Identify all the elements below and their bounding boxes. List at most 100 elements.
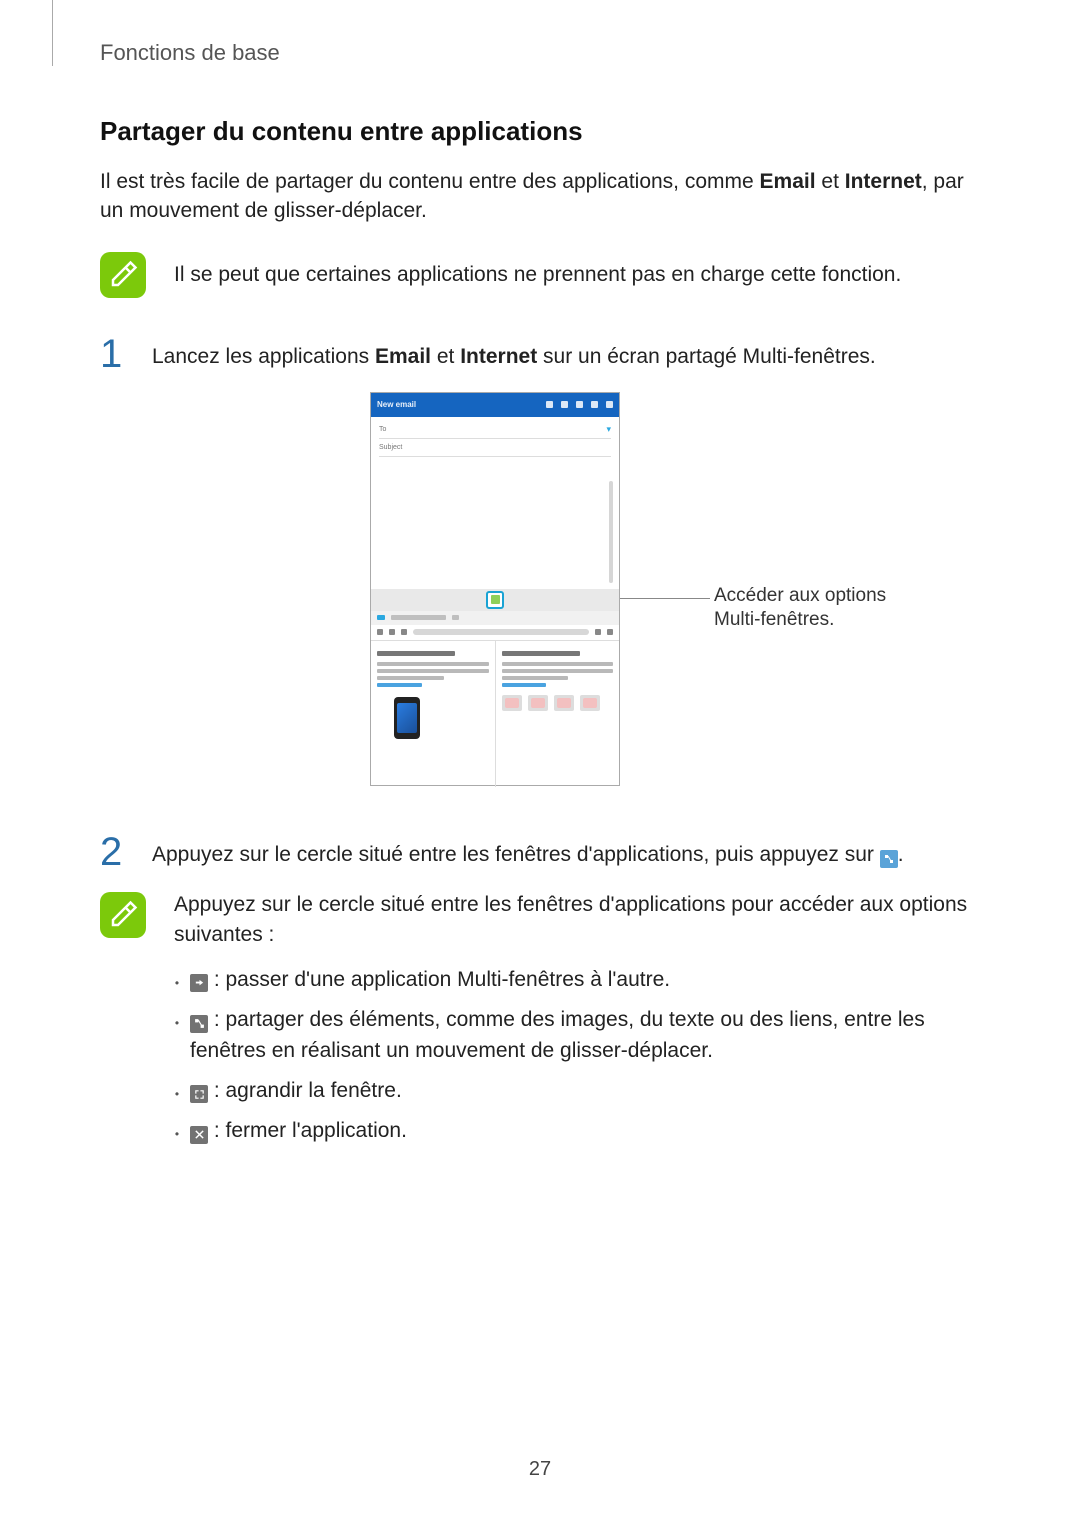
bullet-dot: • (174, 1015, 180, 1032)
option-close-text: : fermer l'application. (208, 1119, 407, 1142)
figure: New email To ▾ Subject (100, 392, 980, 792)
article-line (377, 676, 444, 680)
multiwindow-divider (371, 589, 619, 611)
intro-bold-email: Email (760, 170, 816, 193)
article-link (377, 683, 422, 687)
step-1-text: Lancez les applications Email et Interne… (152, 342, 980, 371)
to-field-row: To ▾ (379, 421, 611, 439)
browser-toolbar (371, 625, 619, 641)
send-icon (591, 401, 598, 408)
attach-icon (546, 401, 553, 408)
article-line (502, 669, 614, 673)
option-swap-text: : passer d'une application Multi-fenêtre… (208, 968, 670, 991)
thumbnail (554, 695, 574, 711)
note-icon (100, 252, 146, 298)
menu-icon (606, 401, 613, 408)
note-2-body: Appuyez sur le cercle situé entre les fe… (174, 890, 980, 1157)
option-swap: • : passer d'une application Multi-fenêt… (174, 965, 980, 995)
browser-tab (391, 615, 446, 620)
save-icon (561, 401, 568, 408)
page-number: 27 (0, 1458, 1080, 1481)
article-link (502, 683, 547, 687)
intro-text-pre: Il est très facile de partager du conten… (100, 170, 760, 193)
scrollbar (609, 481, 613, 583)
article-line (377, 669, 489, 673)
step1-mid: et (431, 345, 460, 368)
step2-pre: Appuyez sur le cercle situé entre les fe… (152, 843, 880, 866)
discard-icon (576, 401, 583, 408)
step1-post: sur un écran partagé Multi-fenêtres. (537, 345, 876, 368)
browser-col-left (371, 641, 495, 787)
note-block-1: Il se peut que certaines applications ne… (100, 252, 980, 298)
thumbnail (580, 695, 600, 711)
margin-rule (52, 0, 53, 66)
multiwindow-handle-icon (491, 595, 500, 604)
email-app-icons (546, 401, 613, 408)
step2-post: . (898, 843, 904, 866)
thumbnail (502, 695, 522, 711)
multiwindow-handle (486, 591, 504, 609)
close-icon (190, 1126, 208, 1144)
back-icon (377, 629, 383, 635)
breadcrumb: Fonctions de base (100, 40, 980, 66)
intro-bold-internet: Internet (845, 170, 922, 193)
step-1-number: 1 (100, 334, 130, 374)
step1-b2: Internet (460, 345, 537, 368)
to-label: To (379, 426, 386, 433)
email-app-bar: New email (371, 393, 619, 417)
option-close: • : fermer l'application. (174, 1116, 980, 1146)
pen-note-icon (108, 900, 138, 930)
drag-share-icon (880, 850, 898, 868)
step-2-number: 2 (100, 832, 130, 872)
step-2-text: Appuyez sur le cercle situé entre les fe… (152, 840, 980, 869)
option-maximize: • : agrandir la fenêtre. (174, 1076, 980, 1106)
note-2-lead: Appuyez sur le cercle situé entre les fe… (174, 890, 980, 951)
bullet-dot: • (174, 1086, 180, 1103)
intro-paragraph: Il est très facile de partager du conten… (100, 167, 980, 226)
browser-content (371, 641, 619, 787)
note-icon (100, 892, 146, 938)
step1-pre: Lancez les applications (152, 345, 375, 368)
subject-field-row: Subject (379, 439, 611, 457)
forward-icon (389, 629, 395, 635)
bullet-dot: • (174, 975, 180, 992)
note-block-2: Appuyez sur le cercle situé entre les fe… (100, 890, 980, 1157)
home-icon (377, 615, 385, 620)
note-text-1: Il se peut que certaines applications ne… (174, 260, 901, 289)
product-image (377, 695, 437, 741)
subject-label: Subject (379, 444, 402, 451)
email-compose-pane: To ▾ Subject (371, 417, 619, 589)
section-title: Partager du contenu entre applications (100, 116, 980, 147)
step-2: 2 Appuyez sur le cercle situé entre les … (100, 832, 980, 872)
browser-tab-bar (371, 611, 619, 625)
option-maximize-text: : agrandir la fenêtre. (208, 1079, 402, 1102)
bullet-dot: • (174, 1126, 180, 1143)
step1-b1: Email (375, 345, 431, 368)
email-app-title: New email (377, 400, 416, 409)
option-share: • : partager des éléments, comme des ima… (174, 1005, 980, 1066)
thumbnail-row (502, 695, 614, 711)
callout-line (620, 598, 710, 599)
article-line (502, 676, 569, 680)
browser-menu-icon (607, 629, 613, 635)
pen-note-icon (108, 260, 138, 290)
article-heading (502, 651, 580, 656)
page: Fonctions de base Partager du contenu en… (0, 0, 1080, 1527)
browser-col-right (495, 641, 620, 787)
url-bar (413, 629, 589, 635)
step-1: 1 Lancez les applications Email et Inter… (100, 334, 980, 374)
article-line (377, 662, 489, 666)
option-share-text: : partager des éléments, comme des image… (190, 1008, 925, 1061)
new-tab-icon (452, 615, 459, 620)
article-heading (377, 651, 455, 656)
reload-icon (401, 629, 407, 635)
maximize-icon (190, 1085, 208, 1103)
bookmark-icon (595, 629, 601, 635)
callout-text: Accéder aux options Multi-fenêtres. (714, 584, 934, 633)
drag-share-icon (190, 1015, 208, 1033)
expand-recipients-icon: ▾ (606, 424, 611, 435)
options-list: • : passer d'une application Multi-fenêt… (174, 965, 980, 1147)
device-screenshot: New email To ▾ Subject (370, 392, 620, 786)
intro-text-mid: et (816, 170, 845, 193)
swap-icon (190, 974, 208, 992)
